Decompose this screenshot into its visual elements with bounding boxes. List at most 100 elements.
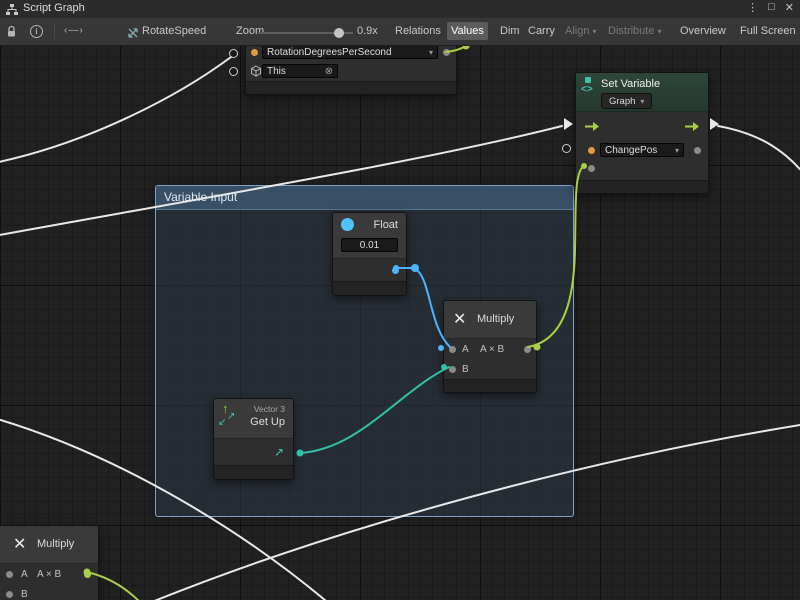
target-self-value: This [267, 66, 286, 77]
value-input-port[interactable] [588, 165, 595, 172]
variable-name-dropdown[interactable]: RotationDegreesPerSecond ▾ [262, 45, 438, 59]
input-port-b[interactable] [449, 366, 456, 373]
flow-in-triangle[interactable] [564, 118, 573, 130]
caret-down-icon: ▾ [675, 146, 679, 155]
caret-down-icon: ▾ [658, 27, 662, 36]
target-self-field[interactable]: This ⊗ [262, 64, 338, 78]
node-float-literal[interactable]: Float 0.01 [332, 212, 407, 296]
variable-name-dropdown[interactable]: ChangePos ▾ [600, 143, 684, 157]
toolbar-divider [54, 23, 55, 39]
info-icon[interactable]: i [30, 25, 43, 38]
fullscreen-button[interactable]: Full Screen [736, 22, 800, 40]
overview-button[interactable]: Overview [676, 22, 730, 40]
flow-in-arrow-icon[interactable] [584, 121, 600, 135]
flow-out-arrow-icon[interactable] [684, 121, 700, 135]
port-result-label: A × B [480, 344, 504, 355]
lock-icon[interactable] [6, 25, 17, 43]
window-menu-icon[interactable]: ⋮ [747, 1, 758, 14]
scope-dropdown[interactable]: Graph ▾ [601, 93, 652, 109]
graph-name: RotateSpeed [142, 25, 206, 37]
float-header: Float [333, 213, 406, 237]
multiply-header: ✕ Multiply [444, 301, 536, 339]
caret-down-icon: ▾ [429, 48, 433, 57]
output-port-result[interactable] [84, 571, 91, 578]
value-input-row [576, 161, 708, 180]
node-get-up[interactable]: ↑ ↙ ↗ Vector 3 Get Up ↗ [213, 398, 294, 480]
input-port-b[interactable] [6, 591, 13, 598]
float-value-row: 0.01 [333, 237, 406, 259]
group-title: Variable Input [164, 190, 237, 204]
node-title: Get Up [250, 416, 285, 428]
multiply-icon: ✕ [453, 309, 466, 329]
window-title: Script Graph [23, 2, 85, 14]
node-multiply[interactable]: ✕ Multiply A A × B B [443, 300, 537, 393]
values-button[interactable]: Values [447, 22, 488, 40]
code-toggle-icon[interactable]: ‹―› [64, 25, 84, 36]
align-button[interactable]: Align ▾ [561, 22, 601, 40]
unconnected-port[interactable] [562, 144, 571, 153]
input-port-a[interactable] [449, 346, 456, 353]
node-get-variable[interactable]: RotationDegreesPerSecond ▾ This ⊗ [245, 43, 457, 95]
target-picker-icon[interactable]: ⊗ [325, 66, 333, 77]
port-b-label: B [462, 364, 469, 375]
zoom-value: 0.9x [357, 25, 378, 37]
variable-select-row: ChangePos ▾ [576, 140, 708, 161]
input-port-a[interactable] [6, 571, 13, 578]
target-row: This ⊗ [246, 62, 456, 81]
node-footer [214, 465, 293, 479]
variable-name-value: ChangePos [605, 145, 657, 156]
relations-button[interactable]: Relations [391, 22, 445, 40]
float-value: 0.01 [360, 240, 379, 251]
float-value-input[interactable]: 0.01 [341, 238, 398, 252]
float-body [333, 259, 406, 281]
value-port[interactable] [251, 49, 258, 56]
output-port[interactable] [694, 147, 701, 154]
group-header[interactable]: Variable Input [156, 186, 573, 210]
port-a-label: A [21, 569, 28, 580]
maximize-icon[interactable]: □ [768, 1, 775, 14]
dim-button[interactable]: Dim [496, 22, 524, 40]
vector-axis-ne-icon: ↗ [227, 411, 235, 422]
graph-toolbar: i ‹―› RotateSpeed Zoom 0.9x Relations Va… [0, 18, 800, 46]
port-result-label: A × B [37, 569, 61, 580]
get-up-header: ↑ ↙ ↗ Vector 3 Get Up [214, 399, 293, 439]
scope-value: Graph [609, 96, 635, 107]
node-title: Set Variable [601, 78, 660, 90]
variable-port[interactable] [588, 147, 595, 154]
script-graph-window: Variable Input RotationDegreesPerSecond … [0, 0, 800, 600]
graph-type-icon [127, 26, 139, 44]
node-title: Multiply [477, 313, 514, 325]
output-port-result[interactable] [524, 346, 531, 353]
distribute-button[interactable]: Distribute ▾ [604, 22, 666, 40]
multiply-icon: ✕ [13, 534, 26, 554]
flow-out-triangle[interactable] [710, 118, 719, 130]
vector-axis-sw-icon: ↙ [218, 417, 226, 428]
unconnected-port[interactable] [229, 67, 238, 76]
set-variable-header: <> Set Variable Graph ▾ [576, 73, 708, 112]
unconnected-port[interactable] [229, 49, 238, 58]
node-footer [333, 281, 406, 295]
port-a-label: A [462, 344, 469, 355]
close-icon[interactable]: ✕ [785, 1, 794, 14]
gameobject-cube-icon [250, 65, 262, 80]
node-title: Multiply [37, 538, 74, 550]
variable-name-value: RotationDegreesPerSecond [267, 47, 392, 58]
float-type-icon [341, 218, 354, 231]
float-output-port[interactable] [392, 267, 399, 274]
zoom-slider[interactable] [258, 28, 353, 38]
output-port[interactable] [443, 49, 450, 56]
port-row-b: B [444, 359, 536, 379]
multiply-header: ✕ Multiply [0, 526, 98, 564]
node-set-variable[interactable]: <> Set Variable Graph ▾ ChangePos ▾ [575, 72, 709, 194]
zoom-slider-handle[interactable] [334, 28, 344, 38]
node-multiply-bottom[interactable]: ✕ Multiply A A × B B [0, 525, 99, 600]
port-row-a: A A × B [444, 339, 536, 359]
node-footer [246, 81, 456, 94]
titlebar: Script Graph ⋮ □ ✕ [0, 0, 800, 19]
carry-button[interactable]: Carry [524, 22, 559, 40]
vector-output-icon[interactable]: ↗ [274, 445, 284, 459]
flow-row [576, 112, 708, 140]
node-footer [576, 180, 708, 193]
node-type-label: Vector 3 [250, 404, 285, 414]
caret-down-icon: ▾ [640, 97, 644, 106]
